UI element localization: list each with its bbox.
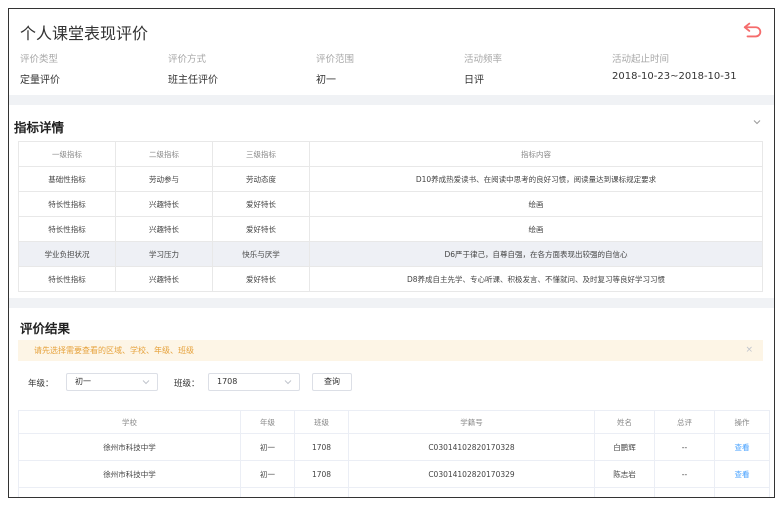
table-cell: D8养成自主先学、专心听课、积极发言、不懂就问、及时复习等良好学习习惯 bbox=[309, 266, 763, 292]
app-frame: 个人课堂表现评价 评价类型 定量评价 评价方式 班主任评价 评价范围 初一 活动… bbox=[8, 8, 775, 498]
table-cell: 1708 bbox=[294, 433, 349, 461]
column-header: 总评 bbox=[654, 410, 715, 434]
column-header: 学籍号 bbox=[348, 410, 595, 434]
column-header: 班级 bbox=[294, 410, 349, 434]
table-cell: 特长性指标 bbox=[18, 266, 116, 292]
column-header: 年级 bbox=[240, 410, 295, 434]
alert-message: 请先选择需要查看的区域、学校、年级、班级 bbox=[34, 346, 194, 355]
column-header: 操作 bbox=[714, 410, 770, 434]
table-row: 特长性指标 兴趣特长 爱好特长 绘画 bbox=[18, 216, 763, 242]
action-cell: 查看 bbox=[714, 460, 770, 488]
table-cell: 特长性指标 bbox=[18, 191, 116, 217]
header: 个人课堂表现评价 评价类型 定量评价 评价方式 班主任评价 评价范围 初一 活动… bbox=[9, 9, 774, 105]
query-button[interactable]: 查询 bbox=[312, 373, 352, 391]
table-cell: 爱好特长 bbox=[212, 191, 310, 217]
result-table: 学校 年级 班级 学籍号 姓名 总评 操作 徐州市科技中学 初一 1708 C0… bbox=[18, 410, 770, 498]
alert-banner: 请先选择需要查看的区域、学校、年级、班级 × bbox=[18, 340, 763, 361]
grade-select-value: 初一 bbox=[75, 377, 91, 386]
result-section-title: 评价结果 bbox=[20, 321, 71, 336]
table-cell: 褚彦才 bbox=[594, 487, 655, 497]
grade-select[interactable]: 初一 bbox=[66, 373, 158, 391]
indicator-section: 指标详情 一级指标 二级指标 三级指标 指标内容 基础性指标 劳动参与 劳动态度… bbox=[9, 105, 774, 295]
table-cell: 劳动参与 bbox=[115, 166, 213, 192]
class-select-value: 1708 bbox=[217, 377, 238, 386]
action-cell: 查看 bbox=[714, 487, 770, 498]
table-row-highlighted: 学业负担状况 学习压力 快乐与厌学 D6严于律己，自尊自强，在各方面表现出较强的… bbox=[18, 241, 763, 267]
page-title: 个人课堂表现评价 bbox=[20, 24, 149, 43]
table-row: 徐州市科技中学 初一 1708 C03014102820170330 褚彦才 -… bbox=[18, 487, 770, 498]
view-link[interactable]: 查看 bbox=[735, 470, 750, 479]
table-cell: 徐州市科技中学 bbox=[18, 460, 241, 488]
activity-meta: 评价类型 定量评价 评价方式 班主任评价 评价范围 初一 活动频率 日评 活动起… bbox=[20, 54, 737, 86]
table-cell: 1708 bbox=[294, 487, 349, 497]
action-cell: 查看 bbox=[714, 433, 770, 461]
column-header: 三级指标 bbox=[212, 141, 310, 167]
table-cell: 初一 bbox=[240, 487, 295, 497]
table-cell: C03014102820170329 bbox=[348, 460, 595, 488]
table-row: 基础性指标 劳动参与 劳动态度 D10养成热爱读书、在阅读中思考的良好习惯，阅读… bbox=[18, 166, 763, 192]
table-cell: 特长性指标 bbox=[18, 216, 116, 242]
table-cell: 快乐与厌学 bbox=[212, 241, 310, 267]
chevron-down-icon bbox=[142, 380, 150, 385]
table-cell: 兴趣特长 bbox=[115, 216, 213, 242]
view-link[interactable]: 查看 bbox=[735, 497, 750, 498]
table-cell: 1708 bbox=[294, 460, 349, 488]
table-cell: 劳动态度 bbox=[212, 166, 310, 192]
table-row: 特长性指标 兴趣特长 爱好特长 D8养成自主先学、专心听课、积极发言、不懂就问、… bbox=[18, 266, 763, 292]
table-cell: 兴趣特长 bbox=[115, 266, 213, 292]
table-cell: 徐州市科技中学 bbox=[18, 487, 241, 497]
column-header: 姓名 bbox=[594, 410, 655, 434]
table-cell: -- bbox=[654, 433, 715, 461]
table-cell: D6严于律己，自尊自强，在各方面表现出较强的自信心 bbox=[309, 241, 763, 267]
table-cell: 学业负担状况 bbox=[18, 241, 116, 267]
table-cell: 爱好特长 bbox=[212, 266, 310, 292]
table-row: 徐州市科技中学 初一 1708 C03014102820170328 白鹏辉 -… bbox=[18, 433, 770, 461]
table-cell: -- bbox=[654, 487, 715, 497]
table-cell: 陈志岩 bbox=[594, 460, 655, 488]
table-cell: 初一 bbox=[240, 433, 295, 461]
column-header: 学校 bbox=[18, 410, 241, 434]
column-header: 二级指标 bbox=[115, 141, 213, 167]
table-cell: C03014102820170330 bbox=[348, 487, 595, 497]
class-select[interactable]: 1708 bbox=[208, 373, 300, 391]
table-cell: 基础性指标 bbox=[18, 166, 116, 192]
class-label: 班级： bbox=[174, 379, 200, 389]
indicator-table-header: 一级指标 二级指标 三级指标 指标内容 bbox=[18, 141, 763, 167]
table-cell: 爱好特长 bbox=[212, 216, 310, 242]
table-row: 徐州市科技中学 初一 1708 C03014102820170329 陈志岩 -… bbox=[18, 460, 770, 488]
table-cell: 白鹏辉 bbox=[594, 433, 655, 461]
table-cell: 学习压力 bbox=[115, 241, 213, 267]
table-cell: 绘画 bbox=[309, 216, 763, 242]
table-cell: 徐州市科技中学 bbox=[18, 433, 241, 461]
chevron-down-icon bbox=[284, 380, 292, 385]
table-cell: 兴趣特长 bbox=[115, 191, 213, 217]
column-header: 指标内容 bbox=[309, 141, 763, 167]
table-row: 特长性指标 兴趣特长 爱好特长 绘画 bbox=[18, 191, 763, 217]
column-header: 一级指标 bbox=[18, 141, 116, 167]
table-cell: C03014102820170328 bbox=[348, 433, 595, 461]
close-icon[interactable]: × bbox=[745, 340, 753, 361]
section-divider bbox=[9, 298, 774, 308]
section-divider bbox=[9, 95, 774, 105]
view-link[interactable]: 查看 bbox=[735, 443, 750, 452]
back-arrow-icon[interactable] bbox=[742, 19, 764, 41]
table-cell: 初一 bbox=[240, 460, 295, 488]
indicator-table: 一级指标 二级指标 三级指标 指标内容 基础性指标 劳动参与 劳动态度 D10养… bbox=[18, 141, 763, 292]
chevron-down-icon[interactable] bbox=[752, 117, 762, 127]
table-cell: 绘画 bbox=[309, 191, 763, 217]
result-table-header: 学校 年级 班级 学籍号 姓名 总评 操作 bbox=[18, 410, 770, 434]
table-cell: -- bbox=[654, 460, 715, 488]
table-cell: D10养成热爱读书、在阅读中思考的良好习惯，阅读量达到课标规定要求 bbox=[309, 166, 763, 192]
indicator-section-title: 指标详情 bbox=[14, 120, 65, 135]
grade-label: 年级： bbox=[28, 379, 54, 389]
